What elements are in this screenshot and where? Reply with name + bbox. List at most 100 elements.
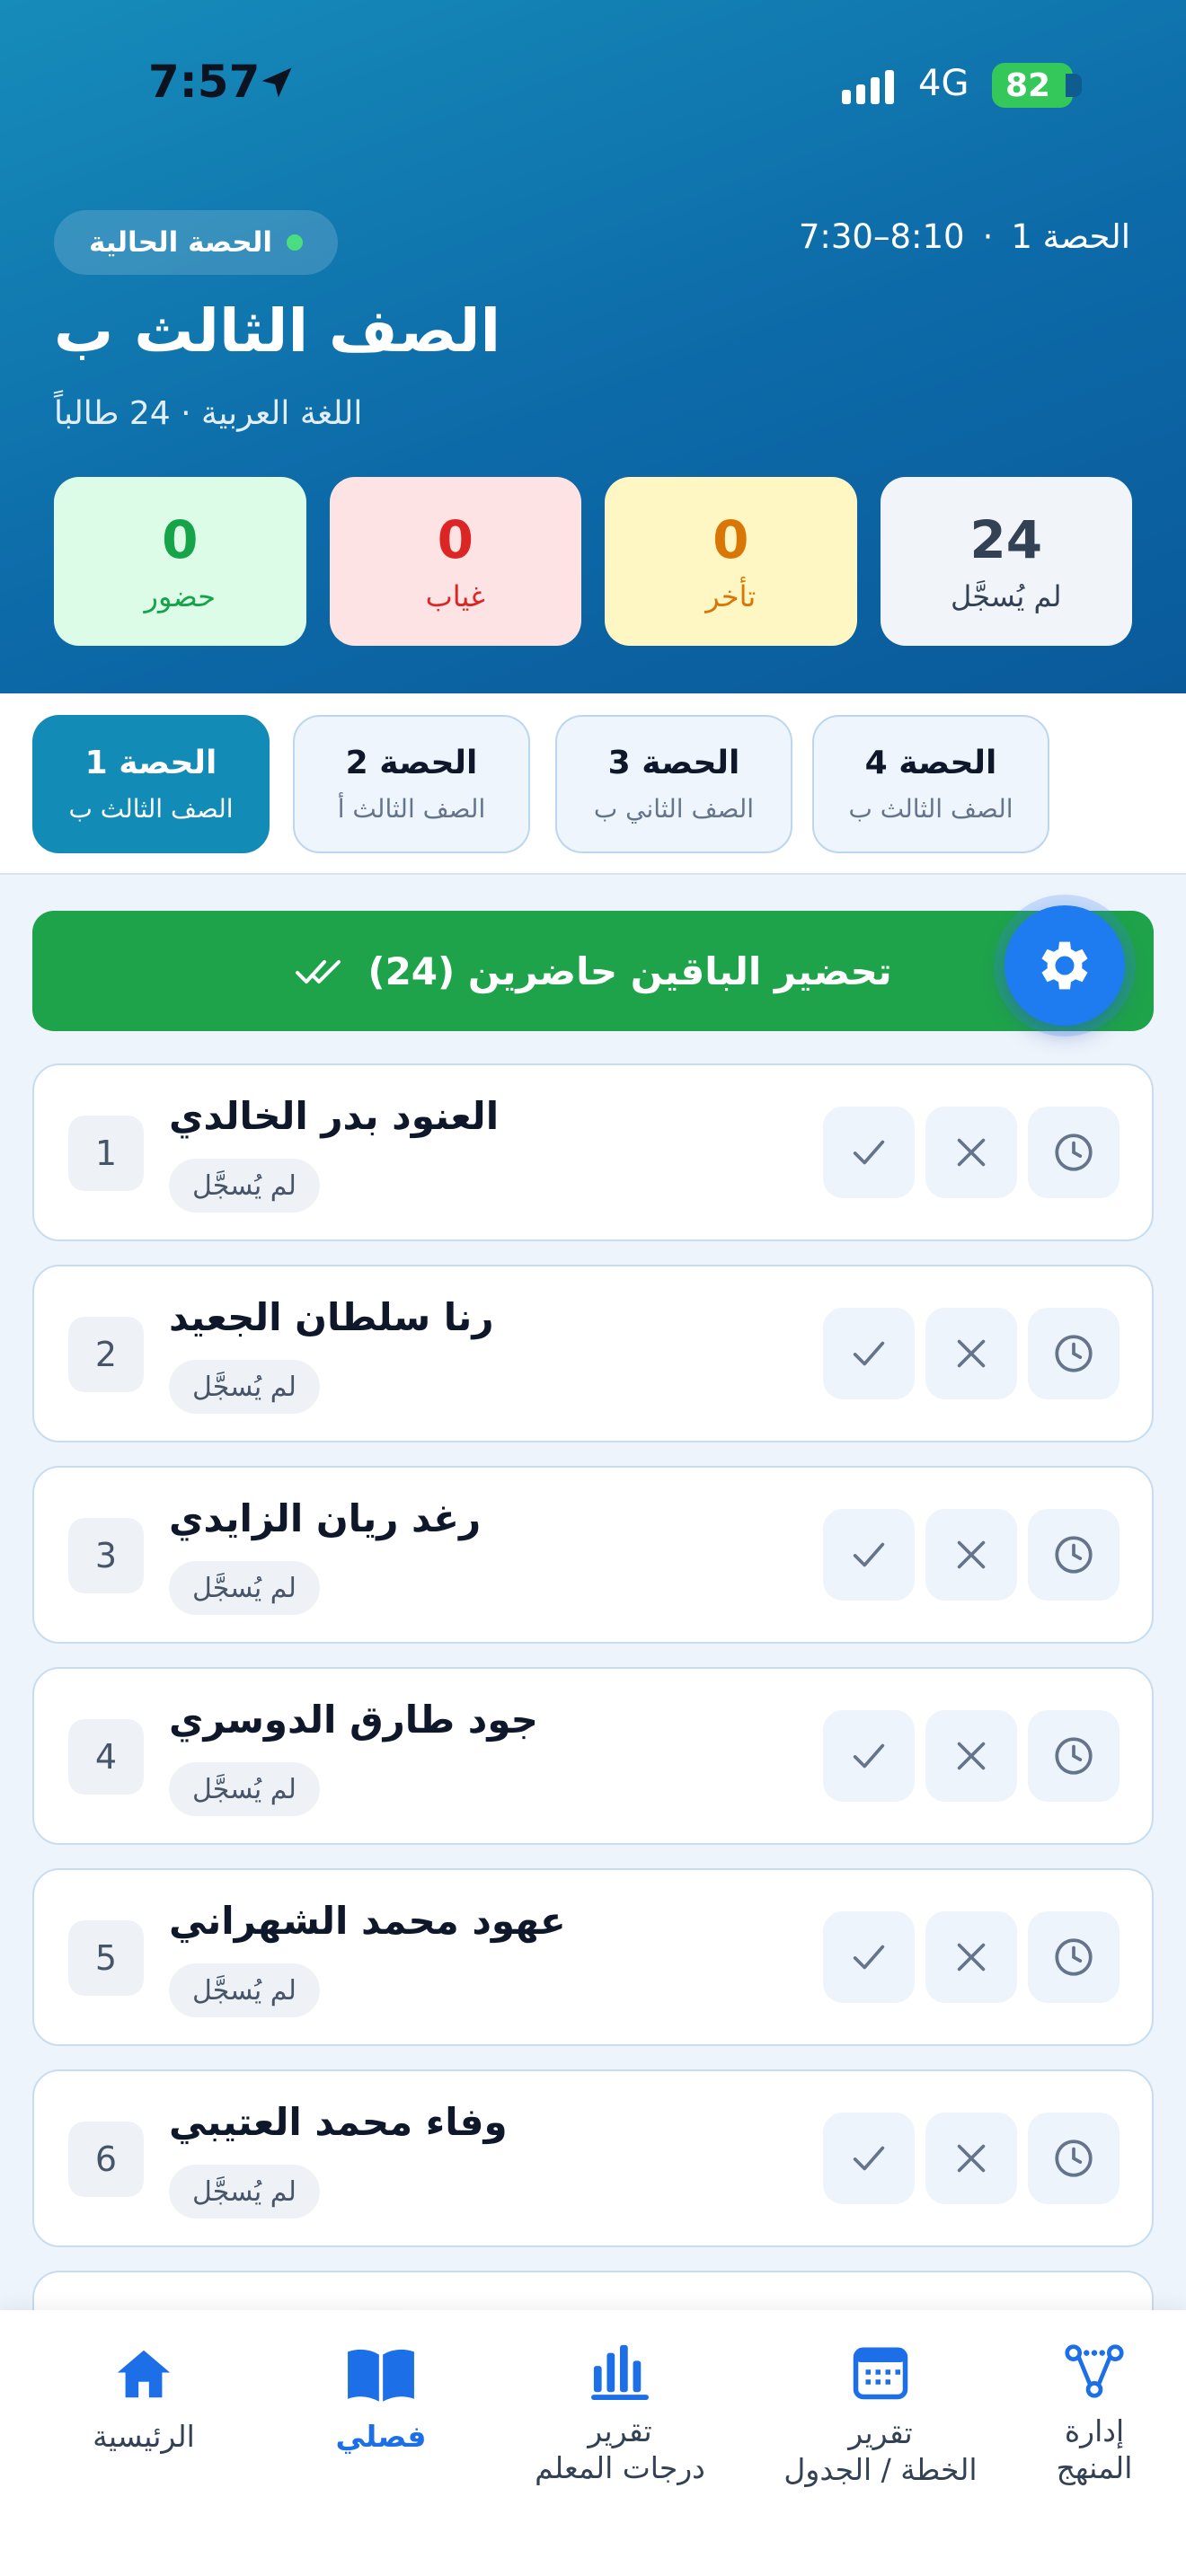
stat-card-absent[interactable]: 0 غياب [329, 477, 581, 646]
nav-item-home[interactable]: الرئيسية [27, 2310, 261, 2490]
tab-period-3[interactable]: الحصة 3 الصف الثاني ب [555, 715, 792, 853]
student-name: جود طارق الدوسري [169, 1698, 538, 1742]
stat-card-not-recorded[interactable]: 24 لم يُسجَّل [880, 477, 1132, 646]
stat-value: 24 [969, 509, 1043, 570]
period-tabs: الحصة 4 الصف الثالث ب الحصة 3 الصف الثاني ب… [0, 693, 1186, 875]
mark-present-button[interactable] [823, 1107, 915, 1198]
mark-absent-button[interactable] [925, 2113, 1017, 2204]
stat-value: 0 [162, 509, 199, 570]
student-name: رغد ريان الزايدي [169, 1496, 482, 1540]
status-badge: لم يُسجَّل [169, 1762, 320, 1816]
student-card[interactable]: 5 عهود محمد الشهراني لم يُسجَّل [32, 1868, 1154, 2046]
period-info: الحصة 1 · 7:30–8:10 [799, 217, 1130, 256]
tab-period-2[interactable]: الحصة 2 الصف الثالث أ [293, 715, 530, 853]
tab-period-4[interactable]: الحصة 4 الصف الثالث ب [812, 715, 1049, 853]
tab-title: الحصة 1 [84, 745, 217, 781]
student-card[interactable]: 4 جود طارق الدوسري لم يُسجَّل [32, 1667, 1154, 1845]
stat-card-present[interactable]: 0 حضور [54, 477, 306, 646]
class-header: 7:57 4G 82 الحصة الحالية الحصة 1 · 7:30–… [0, 0, 1186, 693]
mark-present-button[interactable] [823, 1308, 915, 1399]
check-icon [853, 1140, 885, 1165]
tab-period-1[interactable]: الحصة 1 الصف الثالث ب [32, 715, 270, 853]
battery-level: 82 [1005, 66, 1051, 104]
student-name: عهود محمد الشهراني [169, 1899, 566, 1943]
attendance-stats: 0 حضور 0 غياب 0 تأخر 24 لم يُسجَّل [54, 477, 1132, 646]
status-badge: لم يُسجَّل [169, 1159, 320, 1213]
student-number: 2 [68, 1317, 144, 1392]
stat-card-late[interactable]: 0 تأخر [605, 477, 857, 646]
mark-all-present-button[interactable]: تحضير الباقين حاضرين (24) [32, 911, 1154, 1031]
battery-indicator: 82 [992, 63, 1082, 108]
mark-absent-button[interactable] [925, 1710, 1017, 1802]
stat-label: غياب [425, 579, 485, 613]
settings-fab[interactable] [1005, 905, 1125, 1026]
mark-late-button[interactable] [1028, 1911, 1120, 2003]
stat-label: لم يُسجَّل [950, 579, 1062, 613]
bar-chart-icon [589, 2342, 651, 2400]
nav-label: تقرير الخطة / الجدول [783, 2415, 978, 2488]
close-icon [957, 1339, 986, 1368]
check-icon [853, 1542, 885, 1567]
mark-late-button[interactable] [1028, 2113, 1120, 2204]
mark-all-label: تحضير الباقين حاضرين (24) [367, 948, 892, 993]
nav-item-my-class[interactable]: فصلي [264, 2310, 498, 2490]
nav-label: تقرير درجات المعلم [535, 2413, 705, 2486]
close-icon [957, 1943, 986, 1972]
clock-icon [1055, 2139, 1093, 2177]
hierarchy-icon [1062, 2342, 1127, 2400]
nav-item-teacher-grades-report[interactable]: تقرير درجات المعلم [503, 2310, 737, 2490]
close-icon [957, 1138, 986, 1167]
mark-absent-button[interactable] [925, 1308, 1017, 1399]
status-badge: لم يُسجَّل [169, 1360, 320, 1414]
student-card[interactable]: 2 رنا سلطان الجعيد لم يُسجَّل [32, 1265, 1154, 1442]
student-list: 1 العنود بدر الخالدي لم يُسجَّل 2 رنا سلطان … [32, 1063, 1154, 2325]
status-badge: لم يُسجَّل [169, 2165, 320, 2219]
tab-subtitle: الصف الثالث ب [848, 794, 1013, 824]
student-number: 6 [68, 2122, 144, 2197]
student-card[interactable]: 3 رغد ريان الزايدي لم يُسجَّل [32, 1466, 1154, 1644]
page-title: الصف الثالث ب [54, 296, 501, 366]
stat-value: 0 [437, 509, 474, 570]
student-name: العنود بدر الخالدي [169, 1094, 500, 1138]
mark-late-button[interactable] [1028, 1509, 1120, 1601]
location-arrow-icon [261, 67, 292, 98]
student-number: 4 [68, 1719, 144, 1795]
nav-item-curriculum-management[interactable]: إدارة المنهج [978, 2310, 1186, 2490]
gear-icon [1041, 941, 1088, 990]
student-number: 1 [68, 1116, 144, 1191]
mark-late-button[interactable] [1028, 1710, 1120, 1802]
period-time-range: 7:30–8:10 [798, 217, 965, 256]
mark-absent-button[interactable] [925, 1911, 1017, 2003]
mark-present-button[interactable] [823, 1509, 915, 1601]
current-period-pill: الحصة الحالية [54, 210, 338, 275]
tab-title: الحصة 3 [607, 745, 740, 781]
period-number: الحصة 1 [1011, 217, 1130, 256]
mark-present-button[interactable] [823, 2113, 915, 2204]
nav-item-plan-schedule-report[interactable]: تقرير الخطة / الجدول [764, 2310, 997, 2490]
student-card[interactable]: 1 العنود بدر الخالدي لم يُسجَّل [32, 1063, 1154, 1241]
student-card[interactable]: 6 وفاء محمد العتيبي لم يُسجَّل [32, 2069, 1154, 2247]
stat-label: حضور [144, 579, 216, 613]
student-number: 3 [68, 1518, 144, 1593]
mark-absent-button[interactable] [925, 1107, 1017, 1198]
clock-icon [1055, 1938, 1093, 1976]
mark-late-button[interactable] [1028, 1107, 1120, 1198]
stat-value: 0 [712, 509, 749, 570]
mark-present-button[interactable] [823, 1710, 915, 1802]
status-badge: لم يُسجَّل [169, 1963, 320, 2017]
student-name: رنا سلطان الجعيد [169, 1295, 494, 1339]
double-check-icon [296, 960, 341, 984]
check-icon [853, 1341, 885, 1366]
home-icon [111, 2342, 177, 2405]
tab-subtitle: الصف الثالث أ [337, 794, 486, 824]
check-icon [853, 1743, 885, 1769]
check-icon [853, 1945, 885, 1970]
mark-present-button[interactable] [823, 1911, 915, 2003]
student-number: 5 [68, 1920, 144, 1996]
mark-absent-button[interactable] [925, 1509, 1017, 1601]
clock-icon [1055, 1737, 1093, 1775]
close-icon [957, 1742, 986, 1770]
mark-late-button[interactable] [1028, 1308, 1120, 1399]
calendar-icon [849, 2342, 912, 2402]
clock-icon [1055, 1536, 1093, 1574]
